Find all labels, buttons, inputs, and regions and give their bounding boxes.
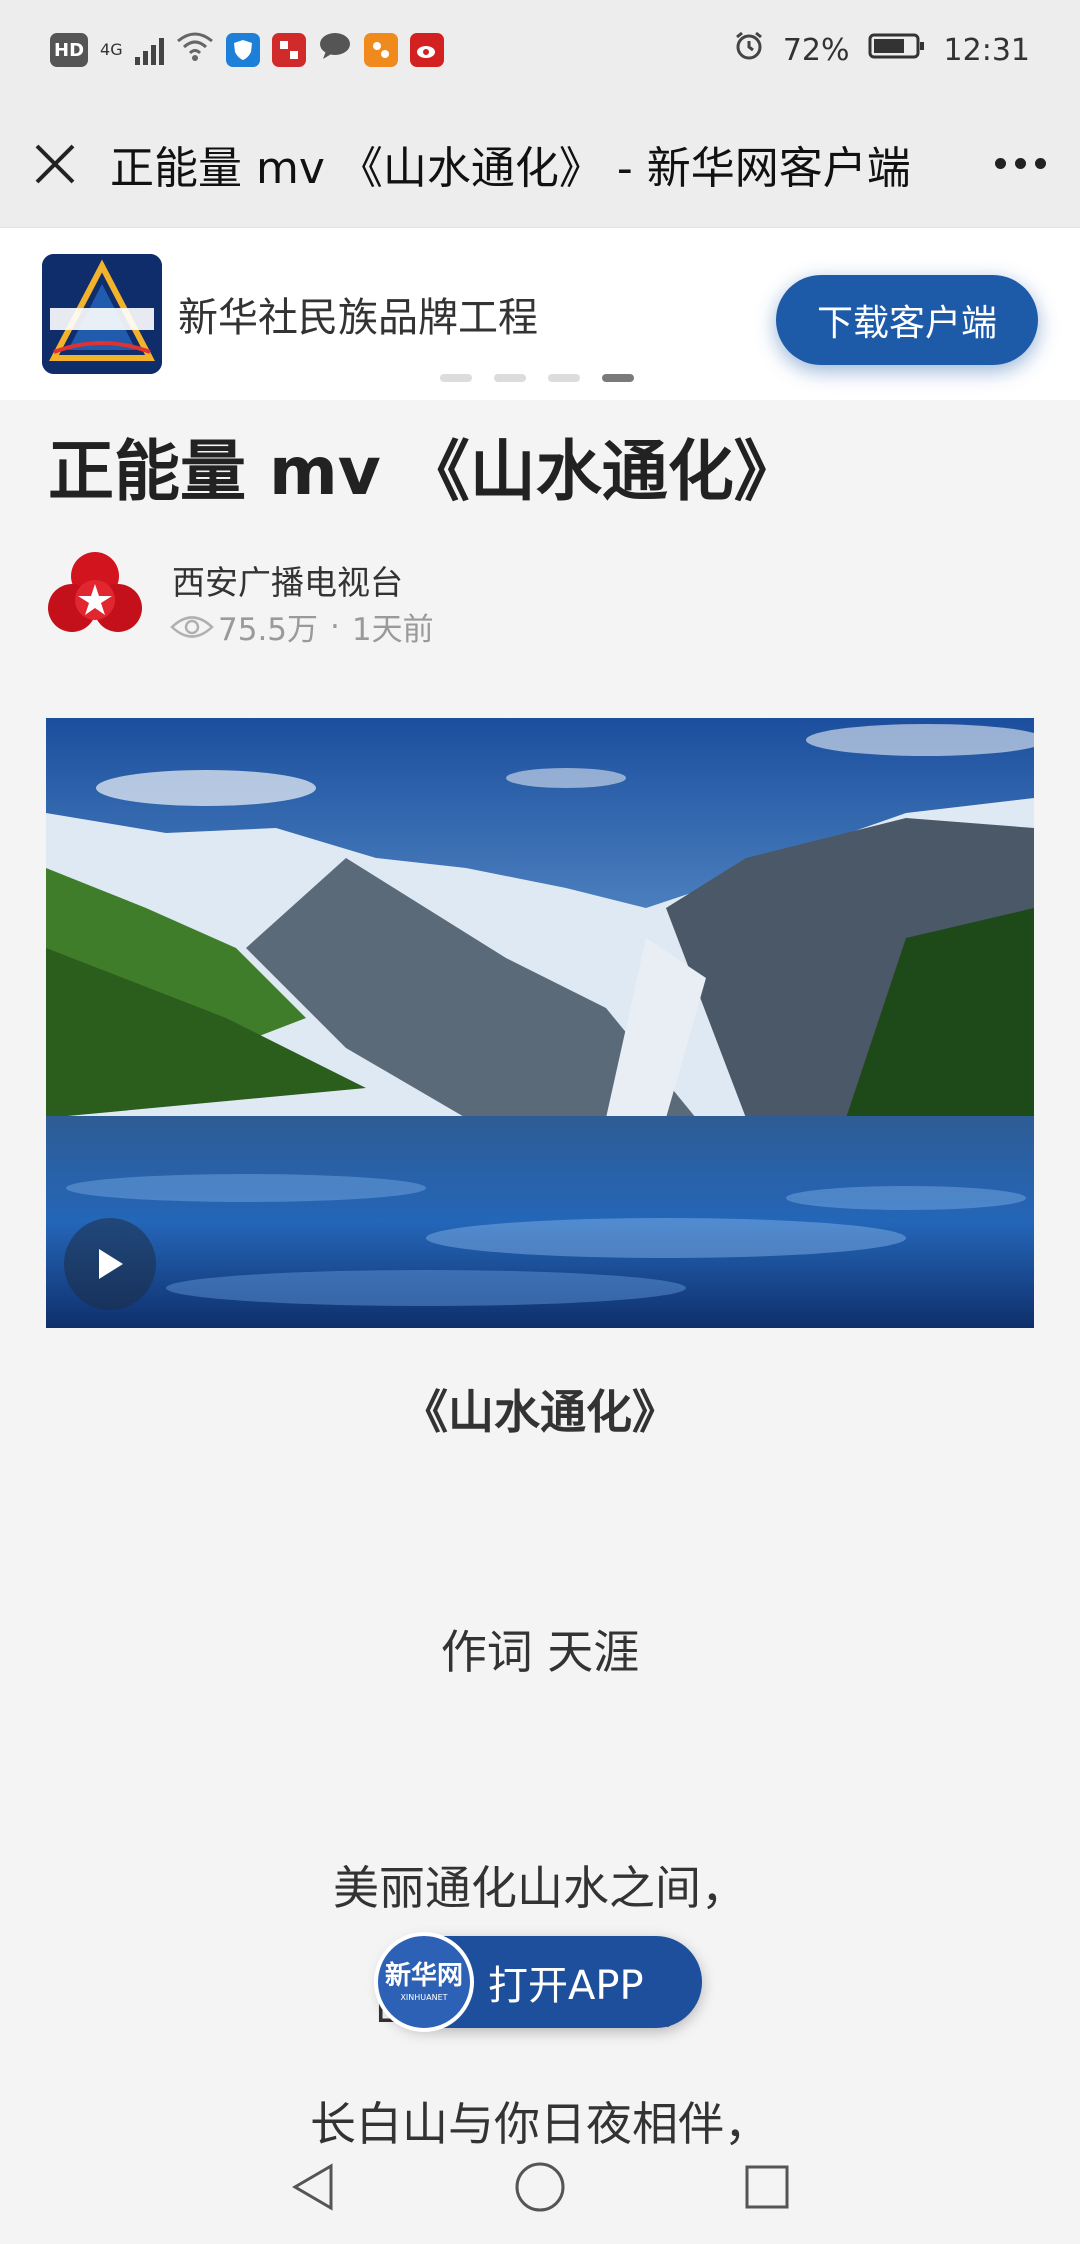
title-bar: 正能量 mv 《山水通化》 - 新华网客户端 (0, 100, 1080, 228)
open-app-label: 打开APP (488, 1963, 644, 2009)
play-icon (99, 1249, 123, 1279)
close-icon (35, 144, 75, 183)
play-button[interactable] (64, 1218, 156, 1310)
logo-subtext: XINHUANET (400, 1993, 448, 2003)
author-name[interactable]: 西安广播电视台 (172, 556, 403, 604)
recents-icon (745, 2165, 789, 2209)
author-avatar[interactable] (46, 548, 144, 646)
eye-icon (170, 615, 214, 638)
wifi-icon (176, 31, 214, 69)
carousel-dot[interactable] (494, 374, 526, 382)
chat-icon (318, 31, 352, 69)
article-title: 正能量 mv 《山水通化》 (48, 433, 800, 510)
carousel-dot[interactable] (440, 374, 472, 382)
network-type: 4G (100, 40, 123, 59)
clock: 12:31 (943, 32, 1030, 68)
weibo-app-icon (409, 33, 444, 67)
status-bar: HD 4G 72% 12:31 (0, 0, 1080, 100)
meta-separator: · (330, 608, 340, 645)
battery-percent: 72% (782, 32, 850, 68)
home-button[interactable] (500, 2147, 580, 2227)
banner-text: 新华社民族品牌工程 (178, 295, 538, 341)
hd-icon: HD (50, 33, 89, 67)
shield-app-icon (225, 33, 260, 67)
orange-app-icon (363, 33, 398, 67)
publish-time: 1天前 (351, 612, 434, 648)
back-icon (292, 2163, 333, 2211)
close-button[interactable] (0, 100, 110, 228)
alarm-icon (733, 30, 765, 70)
carousel-dot-active[interactable] (602, 374, 634, 382)
carousel-dot[interactable] (548, 374, 580, 382)
view-count: 75.5万 (218, 612, 319, 648)
more-icon-dot (1034, 158, 1046, 169)
status-icons-right: 72% 12:31 (733, 30, 1030, 70)
page: HD 4G 72% 12:31 正能量 mv 《山水通化》 - 新华网客户端 新… (0, 0, 1080, 2244)
window-title: 正能量 mv 《山水通化》 - 新华网客户端 (110, 142, 911, 194)
song-title: 《山水通化》 (402, 1385, 678, 1439)
more-button[interactable] (960, 100, 1080, 228)
back-button[interactable] (273, 2147, 353, 2227)
home-icon (515, 2162, 565, 2212)
recents-button[interactable] (727, 2147, 807, 2227)
system-nav-bar (0, 2130, 1080, 2244)
open-app-button[interactable]: 新华网 XINHUANET 打开APP (374, 1932, 702, 2032)
checker-app-icon (271, 33, 306, 67)
status-icons-left: HD 4G (50, 31, 444, 69)
xinhuanet-logo: 新华网 XINHUANET (374, 1932, 474, 2032)
logo-text: 新华网 (384, 1960, 463, 1991)
lyric-line: 美丽通化山水之间， (333, 1861, 747, 1915)
carousel-indicator (440, 374, 634, 382)
download-app-button[interactable]: 下载客户端 (776, 275, 1038, 365)
more-icon-dot (1014, 158, 1026, 169)
video-player[interactable] (46, 718, 1034, 1328)
article-meta: 75.5万 · 1天前 (170, 604, 434, 649)
lyricist-credit: 作词 天涯 (440, 1625, 640, 1679)
more-icon-dot (994, 158, 1006, 169)
video-thumbnail-mountain-lake (46, 718, 1034, 1328)
battery-icon (868, 32, 926, 68)
signal-icon (134, 35, 164, 65)
xinhua-brand-logo (42, 254, 162, 374)
